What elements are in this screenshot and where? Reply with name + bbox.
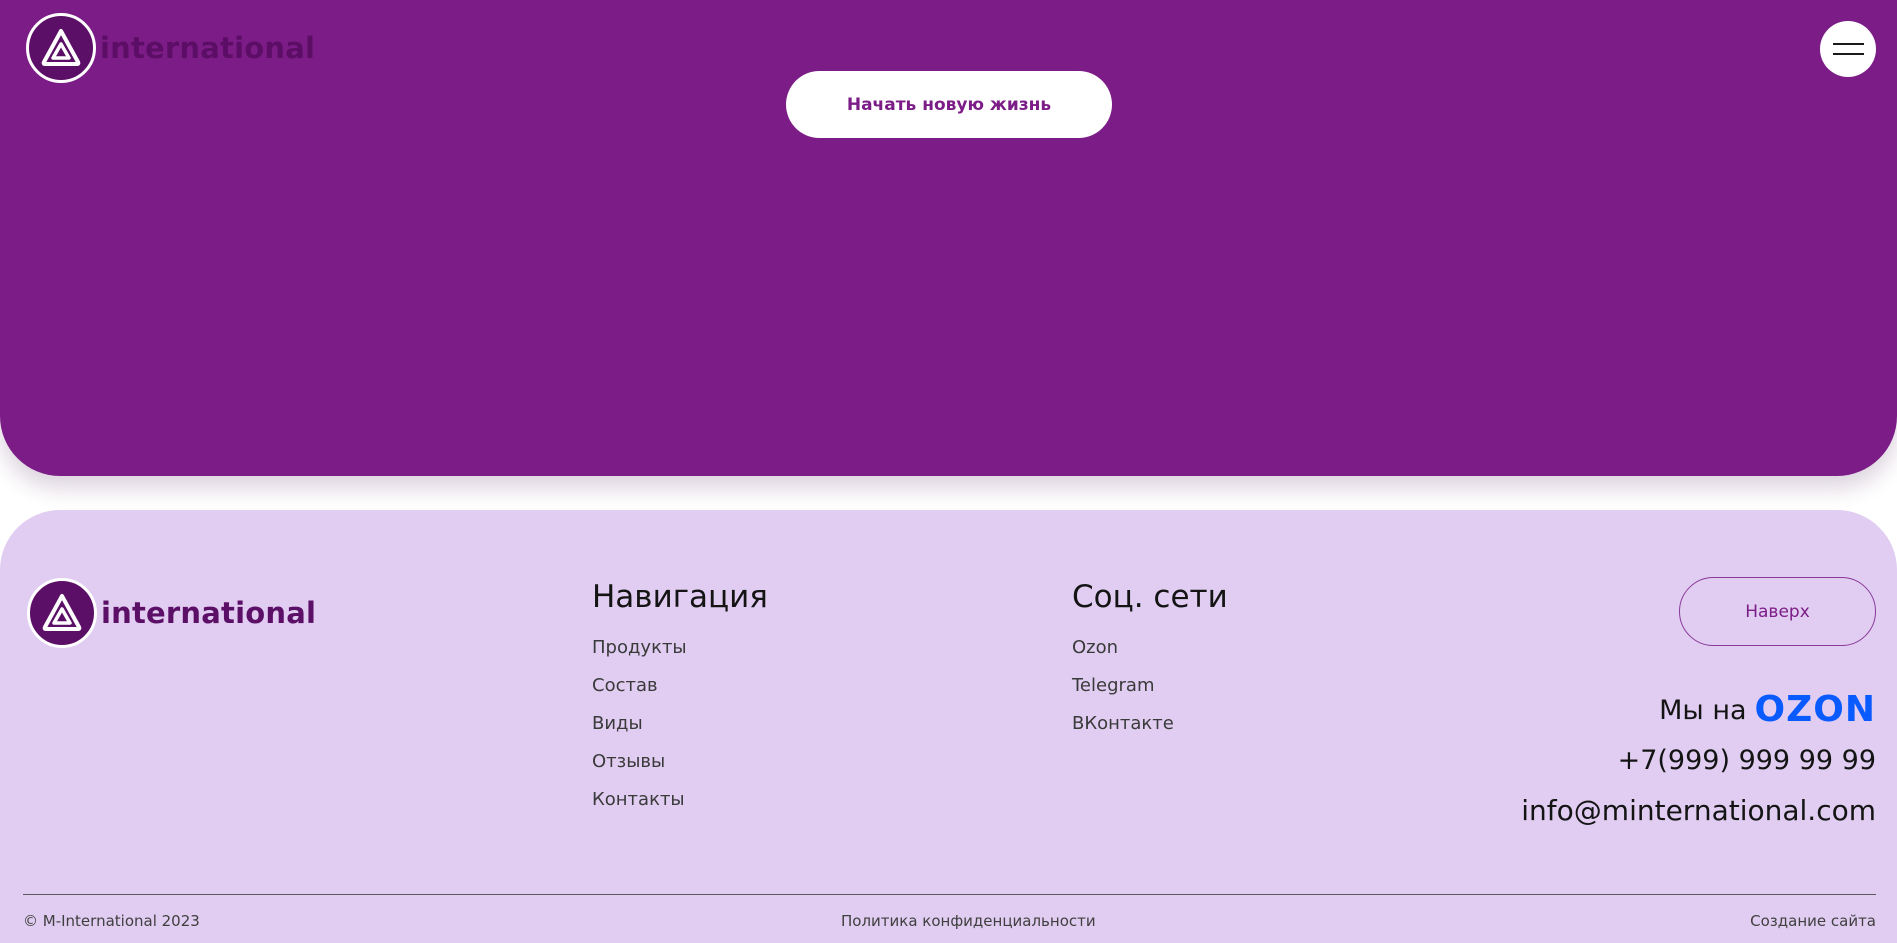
footer-divider [23, 894, 1876, 895]
nav-link-types[interactable]: Виды [592, 713, 643, 734]
hamburger-icon [1832, 43, 1864, 45]
social-link-ozon[interactable]: Ozon [1072, 637, 1118, 658]
site-credit-link[interactable]: Создание сайта [1750, 912, 1876, 930]
social-link-vkontakte[interactable]: ВКонтакте [1072, 713, 1174, 734]
footer-logo[interactable]: international [27, 578, 316, 648]
ozon-logo: OZON [1754, 689, 1876, 730]
ozon-prefix: Мы на [1659, 694, 1747, 726]
hero-section: international Начать новую жизнь [0, 0, 1897, 476]
logo-mark-icon [27, 578, 97, 648]
nav-link-composition[interactable]: Состав [592, 675, 658, 696]
phone-link[interactable]: +7(999) 999 99 99 [1618, 745, 1876, 776]
privacy-policy-link[interactable]: Политика конфиденциальности [841, 912, 1096, 930]
ozon-store-link[interactable]: Мы на OZON [1659, 692, 1876, 728]
nav-link-contacts[interactable]: Контакты [592, 789, 685, 810]
page: international Начать новую жизнь interna… [0, 0, 1897, 943]
logo-mark-icon [26, 13, 96, 83]
hamburger-icon-line [1832, 53, 1864, 55]
header-logo[interactable]: international [26, 13, 315, 83]
start-new-life-button[interactable]: Начать новую жизнь [786, 71, 1112, 138]
footer: international Навигация Продукты Состав … [0, 510, 1897, 943]
logo-wordmark: international [100, 31, 316, 65]
footer-navigation: Навигация Продукты Состав Виды Отзывы Ко… [592, 575, 768, 827]
back-to-top-button[interactable]: Наверх [1679, 577, 1876, 646]
copyright: © M-International 2023 [23, 912, 200, 930]
social-heading: Соц. сети [1072, 579, 1228, 615]
nav-link-reviews[interactable]: Отзывы [592, 751, 665, 772]
footer-social: Соц. сети Ozon Telegram ВКонтакте [1072, 575, 1228, 751]
email-link[interactable]: info@minternational.com [1521, 794, 1876, 827]
navigation-heading: Навигация [592, 579, 768, 615]
nav-link-products[interactable]: Продукты [592, 637, 687, 658]
logo-wordmark: international [101, 596, 317, 630]
social-link-telegram[interactable]: Telegram [1072, 675, 1154, 696]
menu-button[interactable] [1820, 21, 1876, 77]
